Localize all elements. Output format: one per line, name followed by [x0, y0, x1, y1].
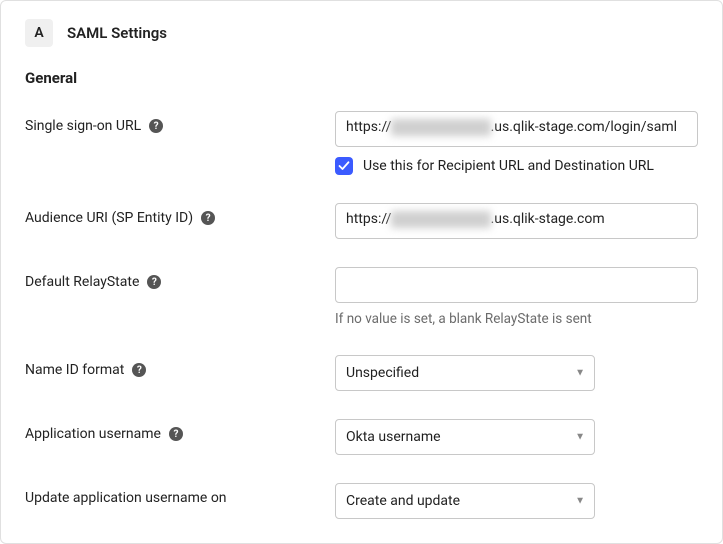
section-title-general: General — [25, 69, 698, 87]
help-icon[interactable]: ? — [132, 363, 146, 377]
help-icon[interactable]: ? — [169, 427, 183, 441]
input-sso-url[interactable]: https://██████████.us.qlik-stage.com/log… — [335, 111, 698, 147]
panel-title: SAML Settings — [67, 24, 167, 42]
row-relay-state: Default RelayState ? If no value is set,… — [25, 267, 698, 327]
input-relay-state[interactable] — [335, 267, 698, 303]
step-badge: A — [25, 19, 53, 47]
help-icon[interactable]: ? — [149, 119, 163, 133]
label-name-id-format: Name ID format — [25, 362, 124, 378]
label-audience-uri: Audience URI (SP Entity ID) — [25, 210, 193, 226]
row-app-username: Application username ? Okta username ▼ — [25, 419, 698, 455]
select-update-username-on[interactable]: Create and update — [335, 483, 595, 519]
helper-relay-state: If no value is set, a blank RelayState i… — [335, 311, 698, 327]
checkbox-recipient-destination[interactable] — [335, 157, 353, 175]
label-update-username-on: Update application username on — [25, 490, 227, 506]
row-name-id-format: Name ID format ? Unspecified ▼ — [25, 355, 698, 391]
help-icon[interactable]: ? — [201, 211, 215, 225]
check-icon — [338, 160, 350, 172]
panel-header: A SAML Settings — [25, 19, 698, 47]
label-app-username: Application username — [25, 426, 161, 442]
sso-url-prefix: https:// — [346, 119, 391, 135]
input-audience-uri[interactable]: https://██████████.us.qlik-stage.com — [335, 203, 698, 239]
row-update-username-on: Update application username on Create an… — [25, 483, 698, 519]
audience-suffix: .us.qlik-stage.com — [491, 211, 605, 227]
sso-url-suffix: .us.qlik-stage.com/login/saml — [491, 119, 678, 135]
select-name-id-format[interactable]: Unspecified — [335, 355, 595, 391]
sso-url-blurred: ██████████ — [391, 119, 490, 136]
audience-prefix: https:// — [346, 211, 391, 227]
row-audience-uri: Audience URI (SP Entity ID) ? https://██… — [25, 203, 698, 239]
label-sso-url: Single sign-on URL — [25, 118, 141, 134]
checkbox-label: Use this for Recipient URL and Destinati… — [363, 158, 654, 174]
label-relay-state: Default RelayState — [25, 274, 139, 290]
audience-blurred: ██████████ — [391, 211, 490, 228]
help-icon[interactable]: ? — [147, 275, 161, 289]
row-sso-url: Single sign-on URL ? https://██████████.… — [25, 111, 698, 175]
saml-settings-panel: A SAML Settings General Single sign-on U… — [0, 0, 723, 544]
select-app-username[interactable]: Okta username — [335, 419, 595, 455]
